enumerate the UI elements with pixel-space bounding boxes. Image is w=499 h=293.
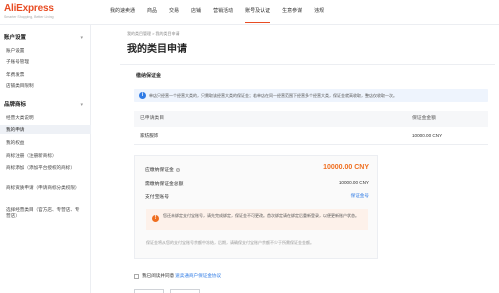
breadcrumb[interactable]: 我的类目管理 > 我的类目申请 [127,31,180,37]
agreement-checkbox[interactable] [134,273,139,279]
sidebar-group-title: 账户设置 [4,35,27,41]
warning-icon: ! [152,215,159,222]
section-title: 缴纳保证金 [136,73,162,79]
sidebar-item-trademark-register[interactable]: 商标注册（注册新商标） [0,153,91,159]
nav-business-advisor[interactable]: 生意参谋 [282,0,302,25]
sidebar-group-brand-trademark[interactable]: 品牌商标 ▾ [0,99,91,111]
sidebar-item-annual-fee-invoice[interactable]: 年费发票 [0,72,91,78]
chevron-down-icon: ▾ [80,35,83,41]
sidebar-item-select-category[interactable]: 选择经营类目（官方店、专营店、专营店） [0,207,80,219]
alipay-account-label: 支付宝账号 [145,195,169,200]
sidebar-item-trademark-qualification[interactable]: 商标资质申请（申请商标分类权限） [0,185,80,191]
logo-slogan-text: Smarter Shopping, Better Living [4,15,54,19]
chevron-down-icon: ▾ [80,102,83,108]
frozen-total-label: 需缴纳保证金总额 [145,182,184,187]
sidebar-group-title: 品牌商标 [4,102,27,108]
payable-label: 应缴纳保证金? [145,166,180,173]
sidebar-item-my-rights[interactable]: 我的权益 [0,140,91,146]
table-row: 家纺服饰 10000.00 CNY [134,127,488,145]
page-title: 我的类目申请 [127,44,187,55]
category-table-header: 已申请类目 保证金金额 [134,111,488,127]
aliexpress-logo[interactable]: AliExpress Smarter Shopping, Better Livi… [4,3,60,21]
agreement-row: 我已阅读并同意 速卖通商户保证金协议 [134,272,221,280]
nav-marketing[interactable]: 营销活动 [213,0,233,25]
cell-category: 家纺服饰 [140,133,159,138]
deposit-note: 保证金将从您的支付宝账号余额中冻结，后期，请确保支付宝账户余额不少于所需保证金金… [146,240,314,245]
warning-notice: ! 您还未绑定支付宝账号，请先完成绑定，保证金不可更改。首次绑定请在绑定后重新登… [146,209,368,230]
sidebar-item-my-applications[interactable]: 我的申请 [0,125,91,134]
column-header-category: 已申请类目 [140,116,164,121]
nav-violations[interactable]: 违规 [314,0,324,25]
info-icon: i [139,92,146,99]
nav-account-verification[interactable]: 账号及认证 [245,0,271,25]
nav-transactions[interactable]: 交易 [169,0,179,25]
sidebar-item-category-description[interactable]: 经营大类说明 [0,115,91,121]
submit-button[interactable] [134,289,164,293]
nav-my-aliexpress[interactable]: 我的速卖通 [110,0,135,25]
alipay-account-link[interactable]: 保证金号 [351,193,369,199]
sidebar-item-account-settings[interactable]: 账户设置 [0,48,91,54]
frozen-total-amount: 10000.00 CNY [338,180,369,185]
sidebar-group-account-settings[interactable]: 账户设置 ▾ [0,32,91,44]
sidebar-item-sub-accounts[interactable]: 子账号管理 [0,59,91,65]
payment-panel: 应缴纳保证金? 10000.00 CNY 需缴纳保证金总额 10000.00 C… [134,155,378,259]
cancel-button[interactable] [170,289,200,293]
agreement-link[interactable]: 速卖通商户保证金协议 [175,273,221,279]
sidebar: 账户设置 ▾ 账户设置 子账号管理 年费发票 店铺类目限制 品牌商标 ▾ 经营大… [0,25,91,293]
cell-deposit-amount: 10000.00 CNY [412,133,443,138]
nav-store[interactable]: 店铺 [191,0,201,25]
payable-amount: 10000.00 CNY [323,164,369,171]
info-notice: i 单店只经营一个经营大类的，只需取该经营大类的保证金；若单店在同一经营范围下经… [134,89,488,102]
nav-products[interactable]: 商品 [147,0,157,25]
logo-brand-text: AliExpress [4,3,54,14]
main-nav: 我的速卖通 商品 交易 店铺 营销活动 账号及认证 生意参谋 违规 [110,0,336,25]
warning-text: 您还未绑定支付宝账号，请先完成绑定，保证金不可更改。首次绑定请在绑定后重新登录，… [163,213,359,218]
payable-label-text: 应缴纳保证金 [145,168,174,173]
sidebar-item-trademark-add[interactable]: 商标添加（添加平台授权的商标） [0,165,80,171]
sidebar-item-store-category-limit[interactable]: 店铺类目限制 [0,83,91,89]
top-navigation-bar: AliExpress Smarter Shopping, Better Livi… [0,0,499,25]
agreement-text: 我已阅读并同意 [142,273,175,278]
info-notice-text: 单店只经营一个经营大类的，只需取该经营大类的保证金；若单店在同一经营范围下经营多… [149,93,397,98]
column-header-deposit: 保证金金额 [412,116,436,121]
help-icon[interactable]: ? [175,167,180,172]
